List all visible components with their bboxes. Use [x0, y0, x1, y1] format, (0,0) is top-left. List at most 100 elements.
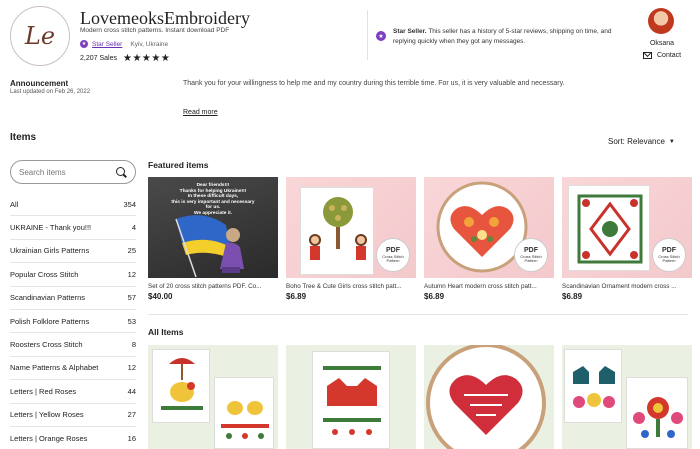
category-count: 44: [127, 386, 136, 396]
category-label: Roosters Cross Stitch: [10, 340, 83, 350]
pattern-frame: [568, 185, 650, 271]
shop-logo[interactable]: Le: [10, 6, 70, 66]
category-item-red-roses[interactable]: Letters | Red Roses 44: [10, 380, 136, 404]
ukraine-flag-illustration: [175, 215, 244, 278]
pattern-frame: [300, 187, 374, 275]
category-count: 354: [123, 199, 136, 209]
search-items-box: [10, 160, 136, 184]
dala-horse-illustration: [323, 366, 381, 435]
category-label: UKRAINE - Thank you!!!: [10, 223, 92, 233]
category-count: 12: [127, 269, 136, 279]
product-title[interactable]: Scandinavian Ornament modern cross ...: [562, 283, 692, 290]
category-item-ukraine[interactable]: UKRAINE - Thank you!!! 4: [10, 216, 136, 240]
category-count: 12: [127, 363, 136, 373]
pattern-frame: [626, 377, 688, 449]
shop-tagline: Modern cross stitch patterns. Instant do…: [80, 27, 230, 34]
star-seller-icon: ★: [376, 31, 386, 41]
search-input[interactable]: [19, 167, 109, 177]
product-price: $6.89: [424, 292, 445, 301]
product-image[interactable]: [424, 345, 554, 449]
star-seller-description: Star Seller. This seller has a history o…: [393, 27, 618, 47]
birds-illustration: [221, 401, 269, 439]
category-item-all[interactable]: All 354: [10, 193, 136, 217]
category-label: Name Patterns & Alphabet: [10, 363, 99, 373]
scandinavian-ornament-illustration: [577, 194, 643, 264]
pdf-badge-bottom: Cross Stitch Pattern: [658, 253, 680, 263]
owner-avatar[interactable]: [648, 8, 674, 34]
shop-location: Kyiv, Ukraine: [130, 40, 169, 48]
category-label: Scandinavian Patterns: [10, 293, 86, 303]
product-image[interactable]: [562, 345, 692, 449]
pdf-badge: PDF Cross Stitch Pattern: [376, 238, 410, 272]
product-image[interactable]: [286, 345, 416, 449]
category-label: Letters | Yellow Roses: [10, 410, 84, 420]
category-count: 27: [127, 410, 136, 420]
rooster-illustration: [161, 358, 203, 410]
mail-icon: [643, 52, 652, 59]
category-item-popular[interactable]: Popular Cross Stitch 12: [10, 263, 136, 287]
sales-count: 2,207 Sales: [80, 55, 117, 62]
category-label: Popular Cross Stitch: [10, 269, 79, 279]
announcement-title: Announcement: [10, 79, 69, 88]
pdf-badge: PDF Cross Stitch Pattern: [514, 238, 548, 272]
ornament-heart-illustration: [426, 345, 546, 449]
category-count: 25: [127, 246, 136, 256]
contact-button[interactable]: Contact: [643, 52, 681, 59]
star-seller-badge-icon: ★: [80, 40, 88, 48]
product-image[interactable]: PDF Cross Stitch Pattern: [562, 177, 692, 278]
category-count: 16: [127, 433, 136, 443]
product-price: $6.89: [286, 292, 307, 301]
category-label: Polish Folklore Patterns: [10, 316, 90, 326]
pdf-badge-bottom: Cross Stitch Pattern: [382, 253, 404, 263]
category-count: 4: [131, 223, 136, 233]
logo-initials: Le: [24, 22, 56, 50]
section-divider: [148, 314, 688, 315]
folk-flowers-illustration: [633, 397, 683, 438]
pdf-badge: PDF Cross Stitch Pattern: [652, 238, 686, 272]
search-icon[interactable]: [116, 166, 127, 178]
sort-label: Sort: Relevance: [608, 137, 665, 146]
pattern-frame: [564, 349, 622, 423]
folk-horses-illustration: [573, 366, 615, 408]
product-price: $40.00: [148, 292, 173, 301]
pattern-frame: [152, 349, 210, 423]
announcement-date: Last updated on Feb 26, 2022: [10, 89, 91, 95]
header-divider: [367, 10, 368, 60]
category-item-ukrainian-girls[interactable]: Ukrainian Girls Patterns 25: [10, 240, 136, 264]
product-price: $6.89: [562, 292, 583, 301]
product-title[interactable]: Set of 20 cross stitch patterns PDF. Co.…: [148, 283, 278, 290]
category-count: 57: [127, 293, 136, 303]
items-title: Items: [10, 132, 37, 143]
pattern-frame: [214, 377, 274, 449]
boho-tree-illustration: [309, 197, 367, 260]
contact-label: Contact: [657, 52, 682, 59]
category-label: Letters | Orange Roses: [10, 433, 88, 443]
category-item-names[interactable]: Name Patterns & Alphabet 12: [10, 357, 136, 381]
star-seller-title: Star Seller.: [393, 28, 427, 35]
product-image[interactable]: [148, 345, 278, 449]
all-items-title: All Items: [148, 327, 184, 337]
pattern-frame: [312, 351, 390, 449]
announcement-text: Thank you for your willingness to help m…: [183, 80, 565, 87]
featured-items-title: Featured items: [148, 160, 209, 170]
star-seller-link[interactable]: Star Seller: [92, 41, 122, 48]
category-list: All 354 UKRAINE - Thank you!!! 4 Ukrainian…: [10, 193, 136, 449]
pdf-badge-bottom: Cross Stitch Pattern: [520, 253, 542, 263]
star-seller-row: ★ Star Seller Kyiv, Ukraine: [80, 40, 168, 48]
product-image[interactable]: PDF Cross Stitch Pattern: [424, 177, 554, 278]
read-more-link[interactable]: Read more: [183, 109, 218, 116]
category-item-scandinavian[interactable]: Scandinavian Patterns 57: [10, 287, 136, 310]
caret-down-icon: ▼: [668, 138, 675, 145]
category-item-roosters[interactable]: Roosters Cross Stitch 8: [10, 333, 136, 357]
product-title[interactable]: Boho Tree & Cute Girls cross stitch patt…: [286, 283, 416, 290]
category-item-polish[interactable]: Polish Folklore Patterns 53: [10, 310, 136, 334]
product-title[interactable]: Autumn Heart modern cross stitch patt...: [424, 283, 554, 290]
sort-dropdown[interactable]: Sort: Relevance ▼: [608, 137, 675, 146]
owner-name[interactable]: Oksana: [645, 40, 679, 47]
category-label: All: [10, 199, 19, 209]
product-image[interactable]: Dear friends!!! Thanks for helping Ukrai…: [148, 177, 278, 278]
category-item-orange-roses[interactable]: Letters | Orange Roses 16: [10, 427, 136, 449]
category-item-yellow-roses[interactable]: Letters | Yellow Roses 27: [10, 404, 136, 427]
rating-stars[interactable]: ★★★★★: [123, 53, 170, 64]
product-image[interactable]: PDF Cross Stitch Pattern: [286, 177, 416, 278]
